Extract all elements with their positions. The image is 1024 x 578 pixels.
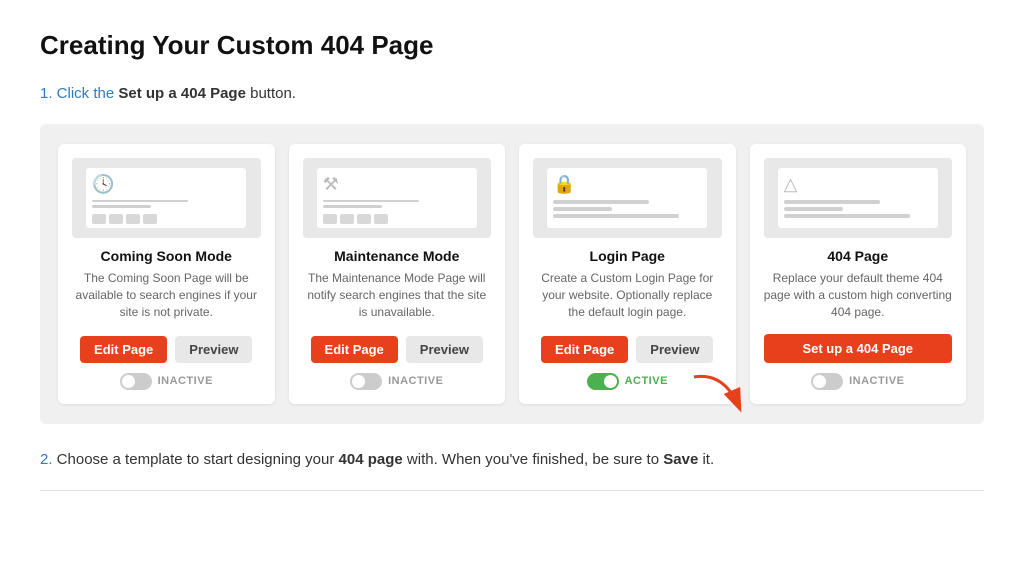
login-status: ACTIVE — [587, 373, 668, 390]
step2-bold2: Save — [663, 451, 698, 468]
step2-text-after: it. — [698, 451, 714, 468]
lock-icon: 🔒 — [553, 174, 575, 195]
maintenance-desc: The Maintenance Mode Page will notify se… — [303, 270, 492, 324]
coming-soon-toggle[interactable] — [120, 373, 152, 390]
step2-text-before: Choose a template to start designing you… — [53, 451, 339, 468]
coming-soon-status: INACTIVE — [120, 373, 213, 390]
card-preview-maintenance: ⚒ — [303, 158, 492, 238]
card-preview-coming-soon: 🕓 — [72, 158, 261, 238]
coming-soon-status-label: INACTIVE — [158, 375, 213, 387]
404-title: 404 Page — [827, 248, 888, 264]
warning-icon: △ — [784, 174, 798, 195]
preview-line — [784, 214, 910, 218]
coming-soon-title: Coming Soon Mode — [101, 248, 232, 264]
maintenance-buttons: Edit Page Preview — [311, 336, 483, 363]
step1-highlight: Set up a 404 Page — [118, 85, 246, 102]
step2-bold1: 404 page — [339, 451, 403, 468]
setup-404-button[interactable]: Set up a 404 Page — [764, 334, 953, 363]
maintenance-status: INACTIVE — [350, 373, 443, 390]
cards-panel: 🕓 Coming Soon Mode The Coming Soon Page … — [40, 124, 984, 424]
arrow-indicator — [684, 362, 754, 422]
preview-block — [126, 214, 140, 224]
step2-number: 2. — [40, 451, 53, 468]
preview-block — [323, 214, 337, 224]
maintenance-toggle[interactable] — [350, 373, 382, 390]
login-preview-button[interactable]: Preview — [636, 336, 713, 363]
preview-block — [340, 214, 354, 224]
preview-block — [109, 214, 123, 224]
login-edit-button[interactable]: Edit Page — [541, 336, 628, 363]
preview-block — [92, 214, 106, 224]
preview-block — [374, 214, 388, 224]
preview-line — [784, 200, 880, 204]
card-coming-soon: 🕓 Coming Soon Mode The Coming Soon Page … — [58, 144, 275, 404]
404-toggle[interactable] — [811, 373, 843, 390]
card-preview-login: 🔒 — [533, 158, 722, 238]
preview-line — [323, 205, 382, 208]
step-2: 2. Choose a template to start designing … — [40, 448, 984, 472]
step1-suffix: button. — [246, 85, 296, 102]
404-status: INACTIVE — [811, 373, 904, 390]
preview-block — [143, 214, 157, 224]
step2-text-middle: with. When you've finished, be sure to — [403, 451, 664, 468]
step1-prefix: 1. Click the — [40, 85, 118, 102]
cards-row: 🕓 Coming Soon Mode The Coming Soon Page … — [58, 144, 966, 404]
preview-line — [323, 200, 419, 203]
step-1: 1. Click the Set up a 404 Page button. — [40, 83, 984, 106]
login-desc: Create a Custom Login Page for your webs… — [533, 270, 722, 324]
preview-block — [357, 214, 371, 224]
wrench-icon: ⚒ — [323, 174, 339, 195]
404-desc: Replace your default theme 404 page with… — [764, 270, 953, 322]
404-status-label: INACTIVE — [849, 375, 904, 387]
coming-soon-buttons: Edit Page Preview — [80, 336, 252, 363]
card-preview-404: △ — [764, 158, 953, 238]
maintenance-preview-button[interactable]: Preview — [406, 336, 483, 363]
coming-soon-edit-button[interactable]: Edit Page — [80, 336, 167, 363]
maintenance-edit-button[interactable]: Edit Page — [311, 336, 398, 363]
preview-line — [553, 207, 612, 211]
card-maintenance: ⚒ Maintenance Mode The Maintenance Mode … — [289, 144, 506, 404]
bottom-divider — [40, 490, 984, 491]
coming-soon-preview-button[interactable]: Preview — [175, 336, 252, 363]
coming-soon-desc: The Coming Soon Page will be available t… — [72, 270, 261, 324]
login-status-label: ACTIVE — [625, 375, 668, 387]
preview-line — [784, 207, 843, 211]
login-title: Login Page — [590, 248, 665, 264]
card-404: △ 404 Page Replace your default theme 40… — [750, 144, 967, 404]
preview-line — [92, 200, 188, 203]
preview-line — [553, 200, 649, 204]
page-title: Creating Your Custom 404 Page — [40, 30, 984, 61]
login-buttons: Edit Page Preview — [541, 336, 713, 363]
preview-line — [92, 205, 151, 208]
clock-icon: 🕓 — [92, 174, 114, 195]
login-toggle[interactable] — [587, 373, 619, 390]
card-login: 🔒 Login Page Create a Custom Login Page … — [519, 144, 736, 404]
preview-line — [553, 214, 679, 218]
maintenance-status-label: INACTIVE — [388, 375, 443, 387]
maintenance-title: Maintenance Mode — [334, 248, 459, 264]
